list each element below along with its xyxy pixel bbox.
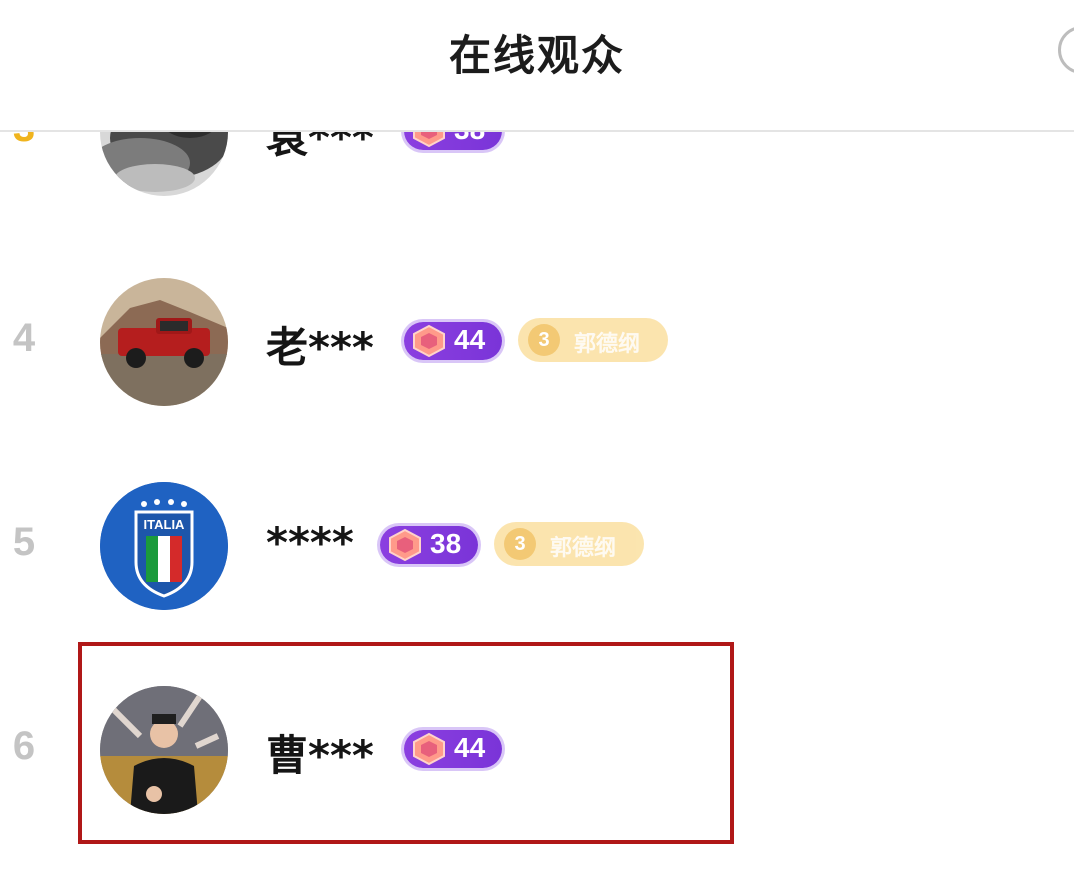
page-title: 在线观众	[448, 31, 625, 80]
level-badge: 38	[380, 526, 478, 564]
avatar[interactable]: ITALIA	[100, 482, 228, 610]
level-badge: 44	[404, 322, 502, 360]
rank-number: 4	[12, 316, 36, 360]
rank-number: 6	[12, 724, 36, 768]
level-hexagon-icon	[413, 324, 445, 358]
highlight-box	[78, 642, 734, 844]
fan-club-name: 郭德纲	[574, 332, 641, 357]
level-number: 38	[430, 528, 462, 559]
header-bar: 在线观众	[0, 0, 1074, 132]
viewer-row[interactable]: 5 ITALIA **** 38 3 郭德纲	[0, 476, 1074, 616]
fan-club-name: 郭德纲	[550, 536, 617, 561]
fan-level: 3	[528, 324, 560, 356]
avatar[interactable]	[100, 278, 228, 406]
fan-club-badge: 3 郭德纲	[494, 522, 644, 566]
level-number: 44	[454, 324, 486, 355]
fan-club-badge: 3 郭德纲	[518, 318, 668, 362]
level-hexagon-icon	[389, 528, 421, 562]
fan-level: 3	[504, 528, 536, 560]
viewer-name: ****	[266, 518, 354, 567]
viewer-name: 老***	[266, 323, 374, 372]
viewer-row[interactable]: 4 老*** 44 3 郭德纲	[0, 272, 1074, 412]
rank-number: 5	[12, 520, 36, 564]
svg-text:ITALIA: ITALIA	[144, 517, 186, 532]
